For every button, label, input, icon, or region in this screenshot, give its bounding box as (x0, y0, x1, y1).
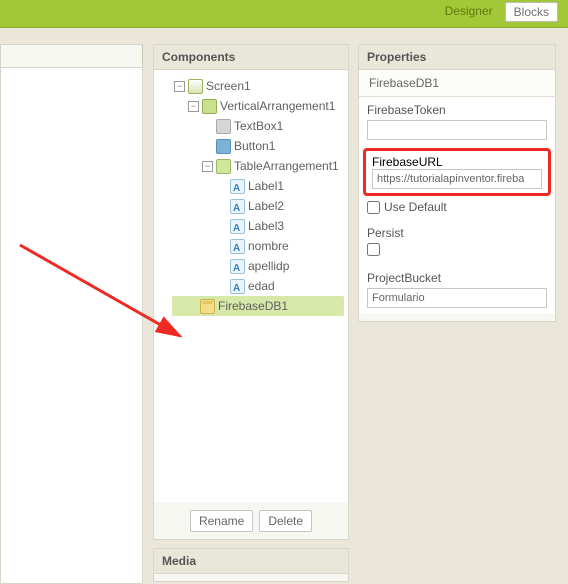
prop-project-bucket: ProjectBucket (359, 265, 555, 314)
top-bar: Designer Blocks (0, 0, 568, 28)
tree-apellidp[interactable]: apellidp (214, 256, 344, 276)
tree-button1[interactable]: Button1 (200, 136, 344, 156)
screen-icon (188, 79, 203, 94)
persist-checkbox[interactable] (367, 243, 380, 256)
components-header: Components (154, 45, 348, 70)
tree-vertical-arrangement[interactable]: − VerticalArrangement1 (186, 96, 344, 116)
tree-edad[interactable]: edad (214, 276, 344, 296)
media-header: Media (154, 549, 348, 574)
prop-use-default: Use Default (359, 198, 555, 220)
label-icon (230, 259, 245, 274)
label-icon (230, 219, 245, 234)
tree-firebasedb1[interactable]: FirebaseDB1 (172, 296, 344, 316)
tree-label: FirebaseDB1 (218, 296, 288, 316)
tree-label: Label1 (248, 176, 284, 196)
vertical-arrangement-icon (202, 99, 217, 114)
project-bucket-input[interactable] (367, 288, 547, 308)
tree-label: VerticalArrangement1 (220, 96, 335, 116)
delete-button[interactable]: Delete (259, 510, 312, 532)
prop-label: Persist (367, 226, 547, 240)
tree-label1[interactable]: Label1 (214, 176, 344, 196)
tree-label: TableArrangement1 (234, 156, 339, 176)
tree-label: TextBox1 (234, 116, 283, 136)
viewer-header-sliver (0, 44, 143, 68)
tree-label: Screen1 (206, 76, 251, 96)
tree-label: nombre (248, 236, 289, 256)
prop-persist: Persist (359, 220, 555, 265)
tree-label: Button1 (234, 136, 275, 156)
media-panel: Media (153, 548, 349, 582)
label-icon (230, 279, 245, 294)
tree-actions: Rename Delete (154, 502, 348, 540)
table-arrangement-icon (216, 159, 231, 174)
rename-button[interactable]: Rename (190, 510, 253, 532)
selected-component-name: FirebaseDB1 (359, 70, 555, 97)
database-icon (200, 299, 215, 314)
blocks-button[interactable]: Blocks (505, 2, 558, 22)
firebase-url-input[interactable] (372, 169, 542, 189)
label-icon (230, 199, 245, 214)
use-default-checkbox[interactable] (367, 201, 380, 214)
label-icon (230, 179, 245, 194)
tree-textbox1[interactable]: TextBox1 (200, 116, 344, 136)
collapse-icon[interactable]: − (202, 161, 213, 172)
tree-label: apellidp (248, 256, 289, 276)
prop-label: FirebaseToken (367, 103, 547, 117)
tree-screen1[interactable]: − Screen1 (172, 76, 344, 96)
tree-label: Label2 (248, 196, 284, 216)
button-icon (216, 139, 231, 154)
components-panel: Components − Screen1 − Vertic (153, 44, 349, 540)
tree-nombre[interactable]: nombre (214, 236, 344, 256)
properties-header: Properties (359, 45, 555, 70)
label-icon (230, 239, 245, 254)
prop-firebase-token: FirebaseToken (359, 97, 555, 146)
tree-label: Label3 (248, 216, 284, 236)
viewer-body-sliver (0, 68, 143, 584)
tree-table-arrangement[interactable]: − TableArrangement1 (200, 156, 344, 176)
component-tree: − Screen1 − VerticalArrangement1 (158, 76, 344, 316)
properties-panel: Properties FirebaseDB1 FirebaseToken Fir… (358, 44, 556, 322)
collapse-icon[interactable]: − (174, 81, 185, 92)
designer-button[interactable]: Designer (437, 2, 501, 20)
textbox-icon (216, 119, 231, 134)
prop-firebase-url: FirebaseURL (372, 155, 542, 189)
prop-label: Use Default (384, 200, 447, 214)
prop-label: FirebaseURL (372, 155, 442, 169)
firebase-token-input[interactable] (367, 120, 547, 140)
annotation-highlight: FirebaseURL (363, 148, 551, 196)
prop-label: ProjectBucket (367, 271, 547, 285)
tree-label2[interactable]: Label2 (214, 196, 344, 216)
collapse-icon[interactable]: − (188, 101, 199, 112)
tree-label3[interactable]: Label3 (214, 216, 344, 236)
tree-label: edad (248, 276, 275, 296)
